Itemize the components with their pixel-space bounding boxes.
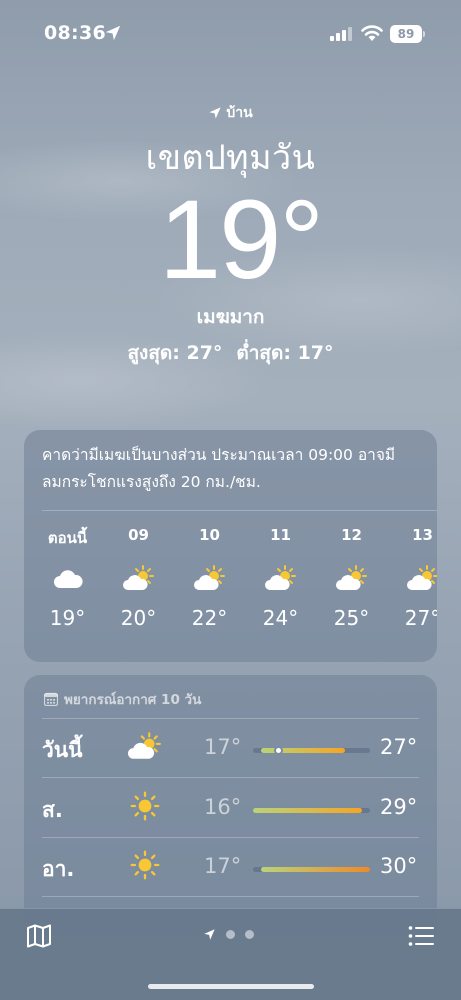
- high-temperature: สูงสุด: 27°: [127, 342, 223, 364]
- city-name: เขตปทุมวัน: [145, 138, 316, 178]
- hour-temp: 24°: [262, 606, 299, 630]
- hour-item: 12 25°: [316, 526, 387, 630]
- day-row[interactable]: วันนี้ 17° 27°: [24, 719, 437, 777]
- hourly-scroll-list[interactable]: ตอนนี้ 19° 09 20° 10 22° 11 24° 12 25° 1…: [32, 526, 437, 630]
- partly-cloudy-icon: [193, 565, 225, 591]
- day-row[interactable]: ส. 16° 29°: [24, 779, 437, 837]
- ten-day-header: พยากรณ์อากาศ 10 วัน: [44, 688, 201, 710]
- cellular-signal-icon: [330, 27, 352, 41]
- hour-label: 12: [341, 526, 362, 544]
- day-high-temp: 30°: [380, 854, 418, 878]
- page-dot[interactable]: [226, 930, 235, 939]
- location-arrow-icon: [204, 929, 215, 940]
- partly-cloudy-icon: [128, 732, 161, 760]
- hour-label: 10: [199, 526, 220, 544]
- map-icon[interactable]: [26, 924, 52, 948]
- hour-item: 11 24°: [245, 526, 316, 630]
- home-indicator[interactable]: [148, 984, 314, 989]
- battery-tip: [423, 31, 425, 37]
- day-low-temp: 16°: [204, 795, 242, 819]
- hour-temp: 22°: [191, 606, 228, 630]
- partly-cloudy-icon: [335, 565, 367, 591]
- day-high-temp: 29°: [380, 795, 418, 819]
- hour-item: ตอนนี้ 19°: [32, 526, 103, 630]
- hour-label: 13: [412, 526, 433, 544]
- hour-item: 09 20°: [103, 526, 174, 630]
- bottom-toolbar: [0, 908, 461, 1000]
- day-low-temp: 17°: [204, 854, 242, 878]
- day-low-temp: 17°: [204, 735, 242, 759]
- hour-label: ตอนนี้: [47, 529, 88, 547]
- list-icon[interactable]: [408, 925, 434, 947]
- current-condition: เมฆมาก: [196, 306, 265, 328]
- hour-label: 09: [128, 526, 149, 544]
- day-name: ส.: [42, 798, 63, 822]
- hour-temp: 25°: [333, 606, 370, 630]
- day-row[interactable]: อา. 17° 30°: [24, 838, 437, 896]
- temperature-range-fill: [261, 867, 370, 872]
- hour-item: 10 22°: [174, 526, 245, 630]
- temperature-range-fill: [253, 808, 362, 813]
- hour-temp: 19°: [49, 606, 86, 630]
- current-temperature-dot: [274, 746, 284, 755]
- page-indicator[interactable]: [203, 928, 254, 941]
- current-temperature: 19°: [158, 177, 324, 302]
- high-low-row: สูงสุด: 27° ต่ำสุด: 17°: [0, 338, 461, 368]
- hour-label: 11: [270, 526, 291, 544]
- sun-icon: [130, 850, 160, 880]
- status-time: 08:36: [44, 22, 106, 44]
- calendar-icon: [44, 692, 58, 706]
- hourly-forecast-card[interactable]: คาดว่ามีเมฆเป็นบางส่วน ประมาณเวลา 09:00 …: [24, 430, 437, 662]
- low-temperature: ต่ำสุด: 17°: [236, 342, 334, 364]
- day-name: วันนี้: [42, 738, 83, 762]
- divider: [42, 510, 437, 511]
- battery-indicator: 89: [390, 25, 422, 43]
- status-bar: 08:36 89: [0, 0, 461, 60]
- hourly-summary: คาดว่ามีเมฆเป็นบางส่วน ประมาณเวลา 09:00 …: [42, 442, 423, 496]
- day-high-temp: 27°: [380, 735, 418, 759]
- cloud-icon: [53, 570, 83, 588]
- hour-temp: 27°: [404, 606, 437, 630]
- hourly-summary-line: คาดว่ามีเมฆเป็นบางส่วน ประมาณเวลา 09:00 …: [42, 446, 396, 464]
- temperature-range-bar: [253, 746, 370, 755]
- hour-temp: 20°: [120, 606, 157, 630]
- sun-icon: [130, 791, 160, 821]
- ten-day-title: พยากรณ์อากาศ 10 วัน: [64, 692, 202, 708]
- day-name: อา.: [42, 857, 75, 881]
- location-label: บ้าน: [226, 105, 253, 121]
- partly-cloudy-icon: [264, 565, 296, 591]
- hourly-summary-line: ลมกระโชกแรงสูงถึง 20 กม./ชม.: [42, 473, 261, 491]
- hour-item: 13 27°: [387, 526, 437, 630]
- partly-cloudy-icon: [406, 565, 437, 591]
- divider: [42, 777, 419, 778]
- location-arrow-icon: [105, 25, 121, 41]
- location-arrow-icon: [209, 107, 221, 119]
- location-label-row: บ้าน: [0, 102, 461, 124]
- divider: [42, 896, 419, 897]
- ten-day-forecast-card[interactable]: พยากรณ์อากาศ 10 วัน วันนี้ 17° 27° ส. 16…: [24, 675, 437, 935]
- partly-cloudy-icon: [122, 565, 154, 591]
- wifi-icon: [361, 25, 383, 41]
- current-weather: บ้าน เขตปทุมวัน 19° เมฆมาก สูงสุด: 27° ต…: [0, 102, 461, 368]
- temperature-range-bar: [253, 808, 370, 813]
- temperature-range-bar: [253, 867, 370, 872]
- page-dot[interactable]: [245, 930, 254, 939]
